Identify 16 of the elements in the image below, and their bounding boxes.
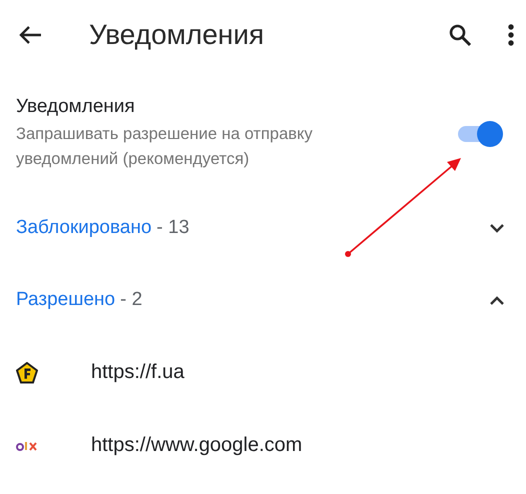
site-url[interactable]: https://f.ua — [91, 361, 184, 384]
back-icon[interactable] — [18, 25, 42, 45]
pentagon-logo-icon — [16, 362, 38, 384]
section-count: - 2 — [120, 289, 144, 311]
setting-title: Уведомления — [16, 96, 136, 118]
section-header[interactable]: Заблокировано — [16, 217, 152, 239]
more-icon[interactable] — [508, 24, 514, 46]
setting-description: Запрашивать разрешение на отправку уведомлений (рекомендуется) — [16, 124, 314, 170]
section-header[interactable]: Разрешено — [16, 289, 116, 311]
logo-icon — [16, 440, 38, 452]
chevron-icon[interactable] — [490, 296, 504, 304]
site-url[interactable]: https://www.google.com — [91, 434, 302, 457]
chevron-icon[interactable] — [490, 224, 504, 232]
page-title: Уведомления — [89, 19, 266, 51]
section-count: - 13 — [156, 217, 190, 239]
search-icon[interactable] — [448, 23, 472, 47]
